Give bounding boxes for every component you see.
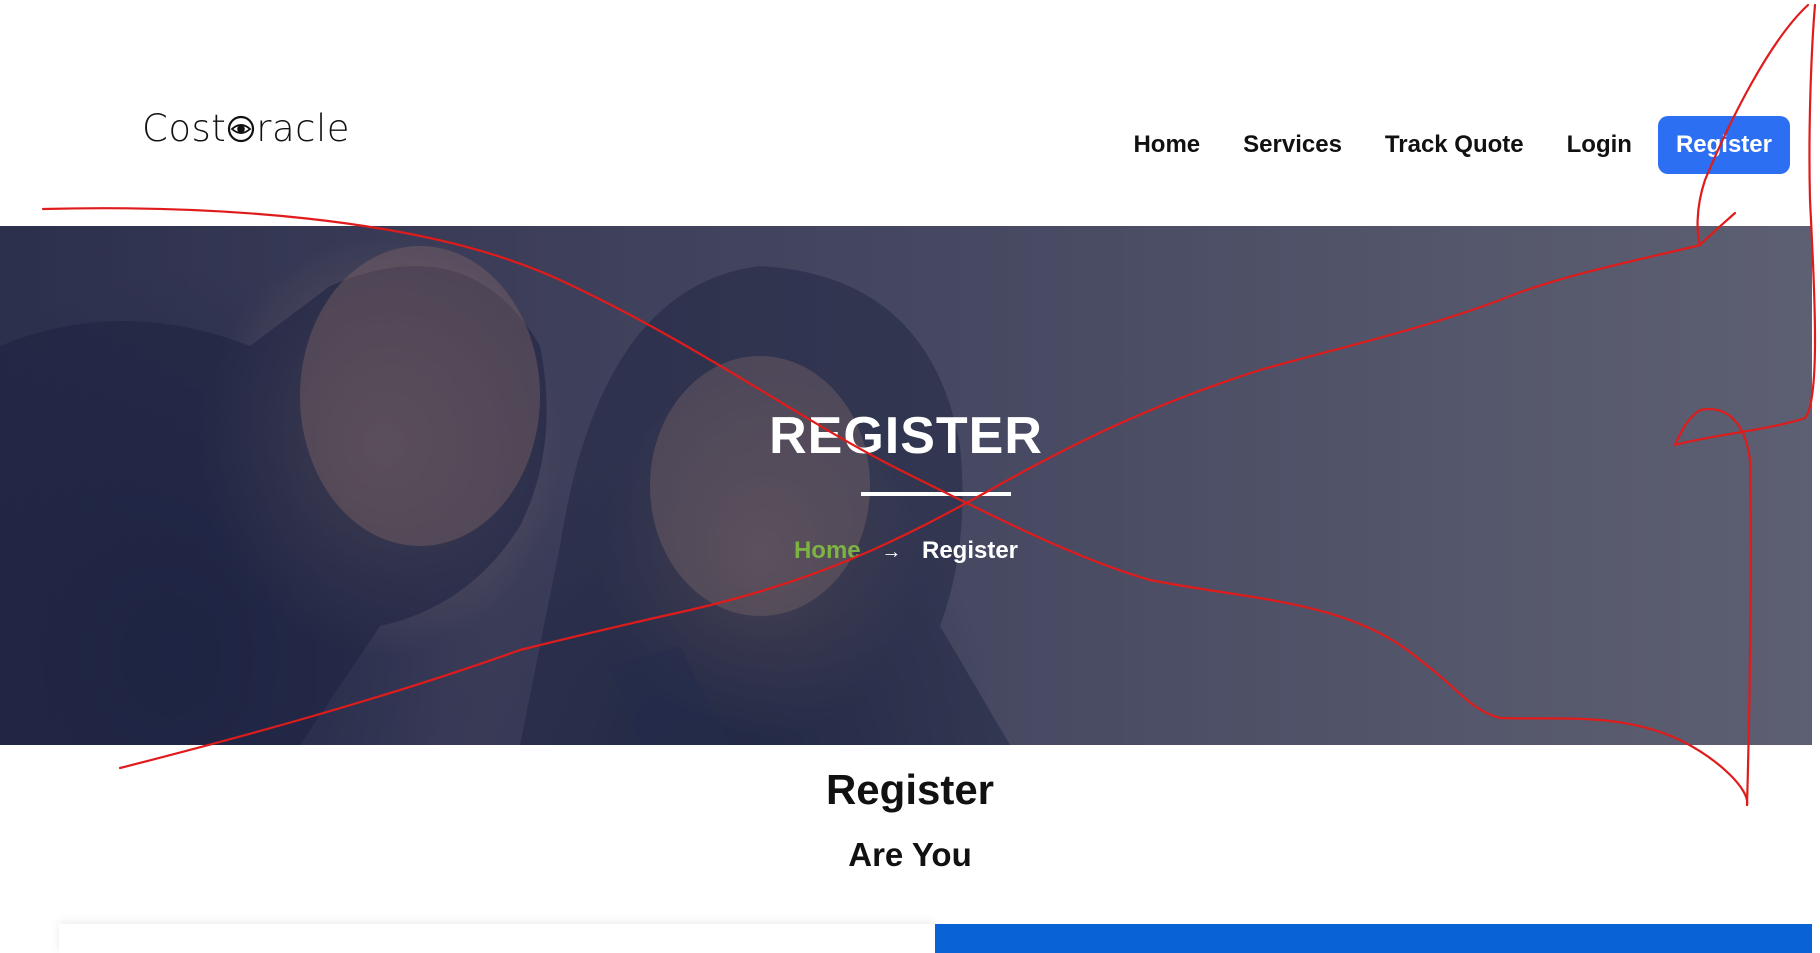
nav-services[interactable]: Services (1243, 131, 1342, 159)
logo-text-prefix: Cost (142, 106, 227, 150)
breadcrumb-current: Register (921, 537, 1019, 564)
main-nav: Home Services Track Quote Login Register (1133, 116, 1790, 174)
eye-icon (228, 115, 255, 143)
account-type-card-left[interactable] (59, 924, 935, 953)
page-subtitle: Are You (848, 836, 972, 873)
account-type-card-right[interactable] (935, 924, 1812, 953)
hero-title-underline (861, 492, 1011, 496)
nav-login[interactable]: Login (1567, 131, 1632, 159)
site-header: Cost racle Home Services Track Quote Log… (0, 0, 1820, 226)
breadcrumb-home-link[interactable]: Home (794, 537, 861, 564)
nav-track-quote[interactable]: Track Quote (1385, 131, 1524, 159)
hero-title: REGISTER (769, 407, 1043, 465)
register-button[interactable]: Register (1657, 116, 1790, 174)
hero-banner: REGISTER Home → Register (0, 226, 1812, 745)
costoracle-logo[interactable]: Cost racle (142, 104, 350, 152)
breadcrumb: Home → Register (0, 537, 1812, 565)
logo-text: Cost racle (142, 107, 350, 150)
hero-overlay (0, 226, 1812, 745)
arrow-right-icon: → (881, 541, 902, 563)
nav-home[interactable]: Home (1133, 131, 1200, 159)
page-title: Register (825, 766, 995, 813)
logo-text-suffix: racle (256, 106, 351, 150)
